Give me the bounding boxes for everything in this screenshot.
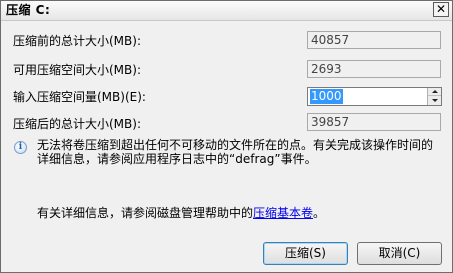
dialog-title: 压缩 C: [6,3,51,17]
shrink-basic-volume-link[interactable]: 压缩基本卷 [253,206,313,220]
help-line: 有关详细信息，请参阅磁盘管理帮助中的压缩基本卷。 [37,206,325,220]
shrink-amount-input[interactable]: 1000 [307,87,442,106]
help-prefix: 有关详细信息，请参阅磁盘管理帮助中的 [37,206,254,220]
arrow-up-icon [432,90,438,93]
total-after-label: 压缩后的总计大小(MB): [13,117,141,131]
spin-down-button[interactable] [427,96,441,105]
help-suffix: 。 [313,206,326,220]
available-space-label: 可用压缩空间大小(MB): [13,63,141,77]
shrink-amount-label: 输入压缩空间量(MB)(E): [13,90,146,104]
shrink-dialog: 压缩 C: ✕ 压缩前的总计大小(MB): 40857 可用压缩空间大小(MB)… [0,0,453,273]
close-icon: ✕ [435,2,447,16]
total-after-value: 39857 [307,113,441,131]
arrow-down-icon [432,99,438,102]
available-space-value: 2693 [307,60,441,78]
info-icon: i [14,141,27,154]
title-bar: 压缩 C: ✕ [1,1,452,21]
cancel-button[interactable]: 取消(C) [357,242,442,265]
total-before-label: 压缩前的总计大小(MB): [13,34,141,48]
spin-up-button[interactable] [427,88,441,96]
info-text: 无法将卷压缩到超出任何不可移动的文件所在的点。有关完成该操作时间的详细信息，请参… [37,138,434,166]
close-button[interactable]: ✕ [433,2,449,17]
shrink-button[interactable]: 压缩(S) [263,242,348,265]
total-before-value: 40857 [307,31,441,49]
shrink-amount-value[interactable]: 1000 [310,89,343,104]
